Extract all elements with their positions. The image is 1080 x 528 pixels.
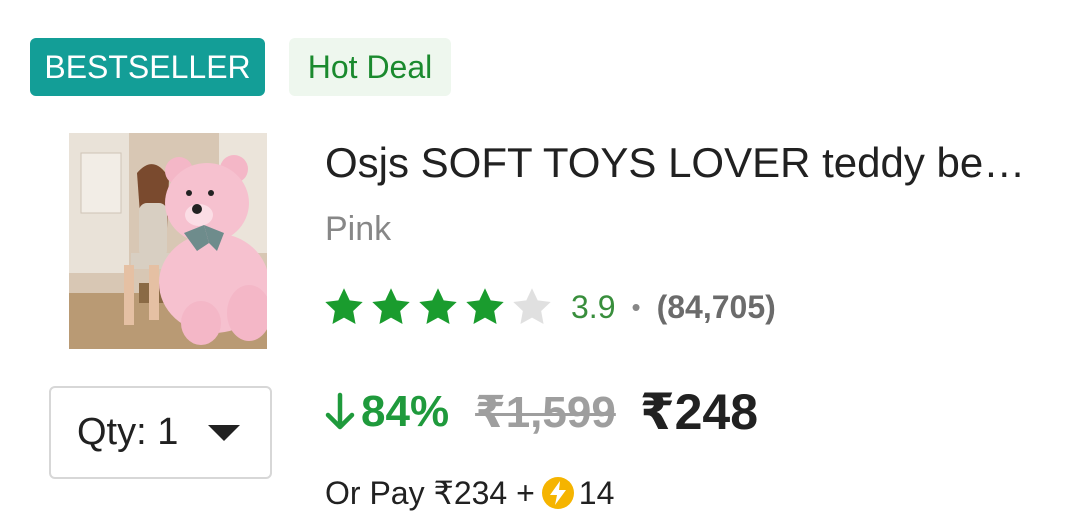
quantity-label: Qty: 1: [77, 411, 179, 453]
star-filled-icon: [419, 288, 457, 325]
pay-prefix: Or Pay ₹234 +: [325, 475, 535, 511]
teddy-bear-image-icon: [69, 133, 267, 349]
original-price: ₹1,599: [475, 387, 616, 437]
product-image[interactable]: [69, 133, 267, 349]
arrow-down-icon: [325, 392, 355, 430]
rating-value: 3.9: [571, 288, 616, 325]
star-rating: [322, 285, 557, 329]
star-empty-icon: [513, 288, 551, 325]
rating-row[interactable]: 3.9 • (84,705): [322, 284, 776, 330]
product-variant: Pink: [325, 210, 392, 248]
rating-separator: •: [631, 291, 641, 322]
chevron-down-icon: [208, 424, 241, 441]
coin-count: 14: [578, 474, 615, 511]
rating-count: (84,705): [656, 288, 776, 325]
star-filled-icon: [372, 288, 410, 325]
lightning-coin-icon: [541, 477, 574, 509]
discount: 84%: [325, 387, 449, 437]
discount-percent: 84%: [361, 387, 450, 436]
star-filled-icon: [466, 288, 504, 325]
product-title[interactable]: Osjs SOFT TOYS LOVER teddy be…: [325, 138, 1065, 188]
bestseller-badge: BESTSELLER: [30, 38, 265, 96]
hot-deal-badge: Hot Deal: [289, 38, 451, 96]
price-row: 84% ₹1,599 ₹248: [325, 382, 758, 442]
quantity-selector[interactable]: Qty: 1: [49, 386, 272, 479]
current-price: ₹248: [639, 384, 759, 440]
star-filled-icon: [325, 288, 363, 325]
pay-with-coins: Or Pay ₹234 + 14: [325, 472, 614, 514]
